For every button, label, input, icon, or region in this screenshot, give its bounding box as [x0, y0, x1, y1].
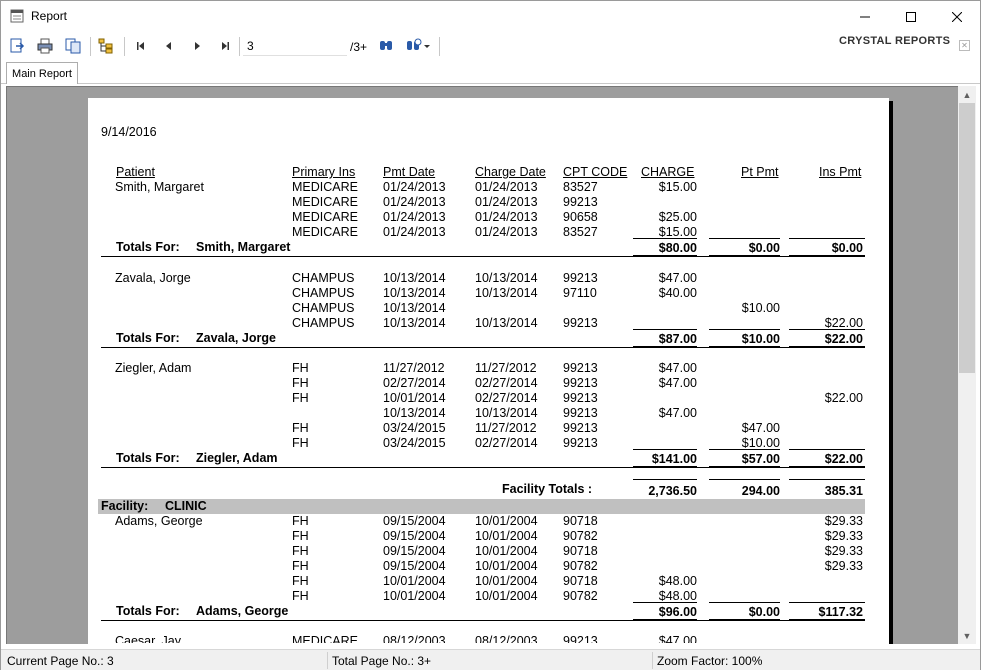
vertical-scrollbar[interactable]: ▲ ▼: [958, 86, 976, 644]
first-page-button[interactable]: [132, 37, 150, 55]
print-icon: [37, 38, 53, 54]
last-page-icon: [222, 42, 229, 50]
status-separator: [327, 652, 328, 669]
last-page-button[interactable]: [216, 37, 234, 55]
tab-strip: Main Report: [1, 60, 980, 84]
toolbar-separator: [439, 37, 440, 56]
print-button[interactable]: [36, 37, 54, 55]
next-page-button[interactable]: [188, 37, 206, 55]
crystal-reports-logo: CRYSTAL REPORTS: [839, 35, 951, 47]
maximize-icon: [906, 11, 916, 22]
close-button[interactable]: [934, 1, 980, 32]
maximize-button[interactable]: [888, 1, 934, 32]
scrollbar-thumb[interactable]: [959, 103, 975, 373]
next-page-icon: [195, 42, 200, 50]
status-bar: Current Page No.: 3 Total Page No.: 3+ Z…: [1, 649, 980, 670]
toolbar: /3+ CRYSTAL REPORTS ✕: [1, 32, 980, 60]
minimize-icon: [860, 16, 870, 17]
toolbar-separator: [90, 37, 91, 56]
toolbar-separator: [239, 37, 240, 56]
first-page-icon: [137, 42, 144, 50]
toolbar-separator: [124, 37, 125, 56]
group-tree-button[interactable]: [97, 37, 115, 55]
tab-main-report[interactable]: Main Report: [6, 62, 78, 84]
report-viewer: [6, 86, 958, 644]
title-bar: Report: [1, 1, 980, 32]
group-tree-icon: [98, 38, 113, 54]
status-current-page: Current Page No.: 3: [7, 654, 114, 668]
page-count-label: /3+: [350, 40, 368, 54]
close-view-icon[interactable]: ✕: [959, 40, 970, 51]
find-button[interactable]: [377, 37, 395, 55]
status-separator: [652, 652, 653, 669]
report-window: Report 3 /3+ CRYSTAL REPORTS ✕ Main Repo…: [0, 0, 981, 670]
close-icon: [952, 11, 962, 22]
scroll-down-icon[interactable]: ▼: [958, 627, 976, 644]
page-number-input[interactable]: [243, 36, 347, 56]
export-button[interactable]: [8, 37, 26, 55]
scroll-up-icon[interactable]: ▲: [958, 86, 976, 103]
copy-icon: [65, 38, 81, 54]
zoom-button[interactable]: [405, 37, 433, 55]
copy-button[interactable]: [64, 37, 82, 55]
status-zoom: Zoom Factor: 100%: [657, 654, 763, 668]
status-total-page: Total Page No.: 3+: [332, 654, 432, 668]
export-icon: [10, 38, 25, 53]
minimize-button[interactable]: [842, 1, 888, 32]
window-title: Report: [31, 9, 68, 23]
app-icon: [10, 9, 24, 23]
previous-page-button[interactable]: [160, 37, 178, 55]
report-page: [88, 98, 889, 644]
previous-page-icon: [166, 42, 171, 50]
zoom-icon: [407, 38, 430, 50]
find-icon: [380, 41, 392, 50]
